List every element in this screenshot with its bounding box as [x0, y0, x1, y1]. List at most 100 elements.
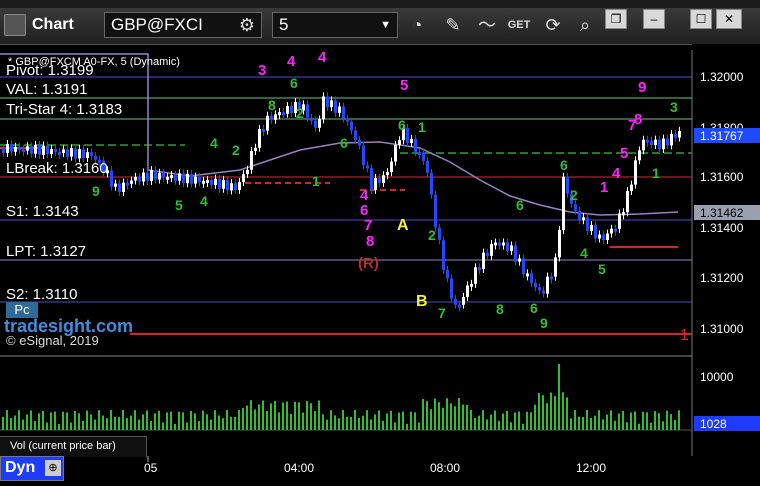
candle-body [630, 184, 633, 192]
volume-bar [578, 416, 580, 430]
candle-body [218, 178, 221, 189]
time-label: 05 [144, 461, 158, 475]
candle-body [226, 179, 229, 191]
studies-icon[interactable]: 〜 [474, 13, 500, 37]
candle-body [130, 180, 133, 184]
volume-bar [90, 414, 92, 430]
symbol-settings-icon[interactable]: ⚙ [234, 13, 260, 37]
candle-body [210, 179, 213, 186]
volume-bar [486, 419, 488, 430]
volume-bar [138, 419, 140, 430]
candle-body [590, 225, 593, 231]
candle-body [434, 194, 437, 228]
volume-bar [230, 416, 232, 430]
volume-bar [410, 411, 412, 430]
clock-icon[interactable]: ◔ [404, 13, 430, 37]
volume-bar [474, 417, 476, 430]
sequential-count-mark: 7 [438, 305, 446, 321]
volume-bar [574, 410, 576, 430]
volume-bar [126, 418, 128, 430]
volume-axis-tick: 10000 [700, 370, 734, 384]
sequential-count-mark: 9 [540, 315, 548, 331]
candle-body [254, 147, 257, 151]
candle-body [546, 276, 549, 294]
get-data-icon[interactable]: GET [506, 13, 532, 37]
candle-body [478, 267, 481, 271]
close-button[interactable]: ✕ [716, 9, 742, 29]
candles-group [2, 92, 681, 312]
candle-body [118, 183, 121, 192]
candle-body [414, 138, 417, 153]
candle-body [662, 138, 665, 150]
candle-body [670, 133, 673, 146]
candle-body [498, 242, 501, 246]
candle-body [242, 174, 245, 183]
sequential-count-mark: 6 [398, 117, 406, 133]
dyn-button[interactable]: Dyn ⊕ [0, 456, 64, 481]
volume-bar [302, 412, 304, 430]
volume-bar [26, 414, 28, 430]
volume-bar [242, 408, 244, 430]
refresh-icon[interactable]: ⟳ [540, 13, 566, 37]
volume-bar [338, 418, 340, 430]
lock-icon[interactable]: ⊕ [45, 460, 61, 476]
interval-select[interactable]: 5 ▼ [272, 12, 398, 38]
chart-toolbar: Chart GBP@FXCI ⚙ 5 ▼ ◔ ✎ 〜 GET ⟳ ⌕ ❐ – ☐… [0, 8, 760, 45]
candle-body [458, 304, 461, 308]
volume-bar [494, 410, 496, 430]
volume-bar [538, 393, 540, 430]
candle-body [474, 267, 477, 284]
candle-body [6, 143, 9, 154]
candle-body [50, 148, 53, 155]
candle-body [534, 283, 537, 288]
candle-body [362, 145, 365, 166]
minimize-button[interactable]: – [643, 9, 665, 29]
candle-body [470, 283, 473, 287]
candle-body [578, 210, 581, 221]
volume-bar [42, 410, 44, 430]
candle-body [490, 243, 493, 256]
sequential-count-mark: 8 [634, 111, 642, 128]
sequential-count-mark: 1 [418, 119, 426, 135]
price-tick: 1.32000 [700, 70, 744, 84]
restore-button[interactable]: ❐ [605, 9, 627, 29]
candle-body [442, 240, 445, 270]
volume-bar [622, 410, 624, 430]
candle-body [266, 115, 269, 131]
candle-body [54, 148, 57, 152]
candle-body [230, 183, 233, 191]
candle-body [438, 227, 441, 241]
sequential-count-mark: 4 [612, 165, 621, 182]
sequential-count-mark: 4 [360, 187, 369, 204]
volume-bar [306, 401, 308, 430]
candle-body [66, 149, 69, 157]
candle-body [178, 173, 181, 181]
sequential-count-mark: 4 [580, 245, 588, 261]
candle-body [306, 104, 309, 118]
candle-body [450, 278, 453, 299]
sequential-count-mark: 6 [516, 197, 524, 213]
volume-bar [662, 421, 664, 430]
price-chart[interactable]: 34459785416847954248266611278666245139 1… [0, 44, 760, 481]
candle-body [354, 130, 357, 141]
candle-body [62, 149, 65, 153]
volume-bar [386, 413, 388, 430]
candle-body [378, 178, 381, 183]
app-title: Chart [4, 14, 74, 36]
volume-bar [534, 404, 536, 430]
pencil-icon[interactable]: ✎ [440, 13, 466, 37]
volume-bar [62, 411, 64, 430]
candle-body [562, 176, 565, 231]
candle-body [26, 146, 29, 151]
sequential-count-mark: 5 [400, 77, 408, 94]
sequential-count-mark: 2 [570, 187, 578, 203]
s1-label: S1: 1.3143 [6, 203, 79, 220]
volume-bar [94, 419, 96, 430]
search-icon[interactable]: ⌕ [572, 13, 598, 37]
candle-body [526, 273, 529, 277]
volume-bar [314, 411, 316, 430]
maximize-button[interactable]: ☐ [690, 9, 712, 29]
volume-bar [110, 410, 112, 430]
volume-bar [362, 415, 364, 430]
candle-body [258, 129, 261, 148]
